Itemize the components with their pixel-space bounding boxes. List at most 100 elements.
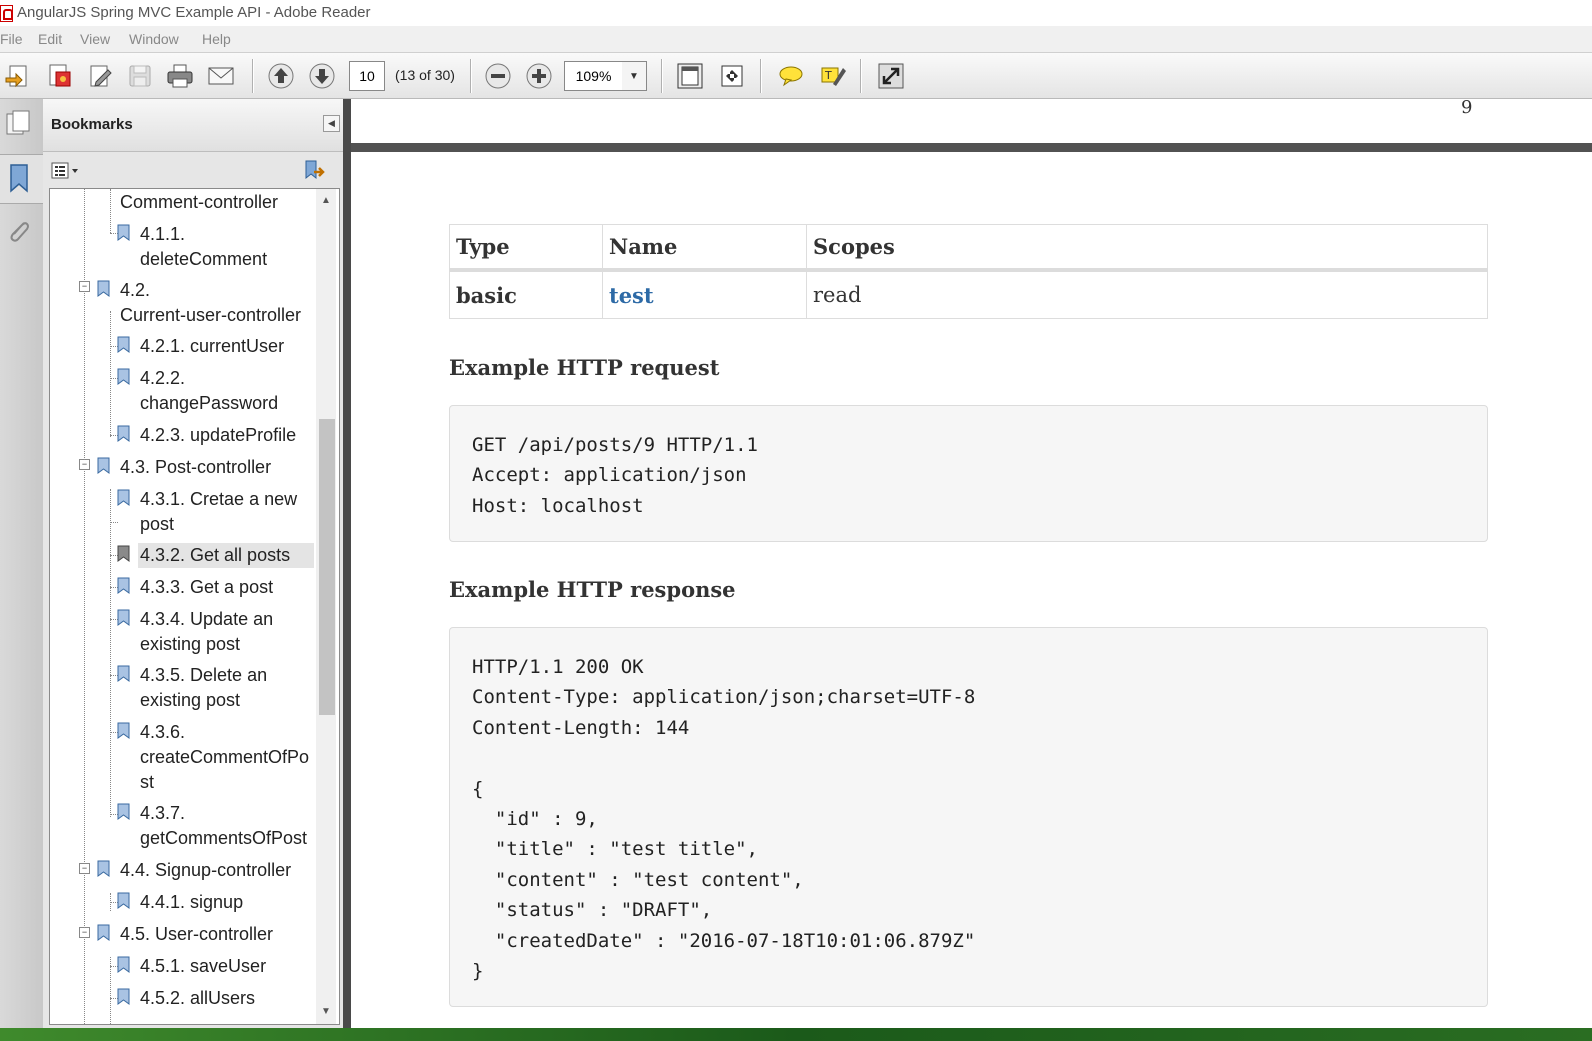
bookmark-comment-controller[interactable]: Comment-controller <box>120 190 278 215</box>
table-cell-name-link[interactable]: test <box>602 269 807 319</box>
bookmark-4-2-1[interactable]: 4.2.1. currentUser <box>140 334 284 359</box>
attachments-button[interactable] <box>4 217 36 249</box>
security-table: Type Name Scopes basic test read <box>449 224 1488 319</box>
previous-page-button[interactable] <box>265 60 297 92</box>
create-pdf-button[interactable] <box>2 60 34 92</box>
bookmark-label: 4.3.4. Update an <box>140 609 274 629</box>
bookmark-4-2-2[interactable]: 4.2.2. changePassword <box>140 366 278 416</box>
zoom-in-button[interactable] <box>523 60 555 92</box>
collapse-toggle[interactable]: − <box>79 281 90 292</box>
bookmark-4-3-6[interactable]: 4.3.6. createCommentOfPo st <box>140 720 309 795</box>
combine-files-icon <box>49 64 71 87</box>
bookmark-icon <box>117 368 130 385</box>
bookmark-4-3-7[interactable]: 4.3.7. getCommentsOfPost <box>140 801 307 851</box>
collapse-toggle[interactable]: − <box>79 927 90 938</box>
bookmark-4-3-2[interactable]: 4.3.2. Get all posts <box>138 543 314 568</box>
collapse-toggle[interactable]: − <box>79 863 90 874</box>
bookmark-label: 4.3.1. Cretae a new <box>140 489 298 509</box>
toolbar: 10 (13 of 30) 109% ▼ T <box>0 53 1592 99</box>
bookmark-4-3[interactable]: 4.3. Post-controller <box>120 455 271 480</box>
zoom-level-input[interactable]: 109% <box>564 61 623 91</box>
bookmark-4-1-1[interactable]: 4.1.1. deleteComment <box>140 222 267 272</box>
menu-file[interactable]: File <box>0 31 23 47</box>
bookmarks-tree: Comment-controller 4.1.1. deleteComment −… <box>49 188 340 1025</box>
bookmark-4-3-5[interactable]: 4.3.5. Delete an existing post <box>140 663 267 713</box>
options-icon <box>51 162 78 179</box>
table-cell-type: basic <box>449 269 603 319</box>
edit-document-icon <box>90 65 112 87</box>
plus-icon <box>526 63 552 89</box>
scroll-up-icon[interactable]: ▲ <box>321 195 331 206</box>
bookmarks-scrollbar[interactable]: ▲ ▼ <box>316 189 336 1024</box>
zoom-dropdown-button[interactable]: ▼ <box>622 61 647 91</box>
bookmark-4-5[interactable]: 4.5. User-controller <box>120 922 273 947</box>
page-count: (13 of 30) <box>395 67 455 83</box>
bookmark-4-2[interactable]: 4.2. Current-user-controller <box>120 278 301 328</box>
bookmarks-title: Bookmarks <box>51 116 133 133</box>
menu-edit[interactable]: Edit <box>38 31 62 47</box>
fit-width-button[interactable] <box>716 60 748 92</box>
table-cell-scopes: read <box>806 269 1488 319</box>
bookmark-label: 4.5.2. allUsers <box>140 988 256 1008</box>
bookmark-icon <box>117 609 130 626</box>
bookmarks-panel-button[interactable] <box>0 154 43 204</box>
bookmark-icon <box>97 457 110 474</box>
bookmark-label: 4.3.2. Get all posts <box>140 545 291 565</box>
bookmark-options-button[interactable] <box>51 160 83 182</box>
current-page: Type Name Scopes basic test read Example… <box>351 152 1592 1028</box>
expand-icon <box>878 63 904 89</box>
chevron-left-icon: ◀ <box>328 118 335 128</box>
print-button[interactable] <box>164 60 196 92</box>
bookmark-label: existing post <box>140 634 241 654</box>
page-thumbnails-button[interactable] <box>4 109 36 141</box>
bookmark-4-4[interactable]: 4.4. Signup-controller <box>120 858 291 883</box>
bookmarks-tools <box>43 152 343 188</box>
bookmark-4-2-3[interactable]: 4.2.3. updateProfile <box>140 423 296 448</box>
taskbar <box>0 1028 1592 1041</box>
collapse-toggle[interactable]: − <box>79 459 90 470</box>
zoom-out-button[interactable] <box>482 60 514 92</box>
create-pdf-icon <box>5 65 27 88</box>
print-icon <box>167 64 193 88</box>
bookmark-icon <box>117 892 130 909</box>
bookmark-icon <box>97 860 110 877</box>
menu-view[interactable]: View <box>80 31 110 47</box>
bookmark-4-3-3[interactable]: 4.3.3. Get a post <box>140 575 273 600</box>
bookmark-4-4-1[interactable]: 4.4.1. signup <box>140 890 243 915</box>
bookmark-4-5-1[interactable]: 4.5.1. saveUser <box>140 954 266 979</box>
arrow-down-icon <box>309 63 335 89</box>
title-bar: AngularJS Spring MVC Example API - Adobe… <box>0 0 1592 26</box>
menu-help[interactable]: Help <box>202 31 231 47</box>
scrollbar-thumb[interactable] <box>319 419 335 715</box>
scroll-down-icon[interactable]: ▼ <box>321 1006 331 1017</box>
bookmark-label: deleteComment <box>140 249 268 269</box>
add-comment-button[interactable] <box>775 60 807 92</box>
menu-window[interactable]: Window <box>129 31 179 47</box>
save-icon <box>129 65 151 87</box>
bookmark-icon <box>97 280 110 297</box>
save-button[interactable] <box>124 60 156 92</box>
bookmark-4-5-2[interactable]: 4.5.2. allUsers <box>140 986 255 1011</box>
paperclip-icon <box>10 222 29 242</box>
fit-page-button[interactable] <box>674 60 706 92</box>
highlight-text-button[interactable]: T <box>817 60 849 92</box>
edit-document-button[interactable] <box>84 60 116 92</box>
expand-bookmark-button[interactable] <box>301 158 327 184</box>
bookmark-icon <box>117 988 130 1005</box>
combine-files-button[interactable] <box>43 60 75 92</box>
full-screen-button[interactable] <box>875 60 907 92</box>
page-number-input[interactable]: 10 <box>349 61 385 91</box>
bookmark-label: Current-user-controller <box>120 305 302 325</box>
response-code-block: HTTP/1.1 200 OK Content-Type: applicatio… <box>449 627 1488 1007</box>
pane-splitter[interactable] <box>343 99 351 1028</box>
bookmark-icon <box>97 924 110 941</box>
collapse-pane-button[interactable]: ◀ <box>323 115 340 132</box>
bookmark-4-3-4[interactable]: 4.3.4. Update an existing post <box>140 607 273 657</box>
fit-page-icon <box>677 63 703 89</box>
bookmark-icon <box>117 224 130 241</box>
response-heading: Example HTTP response <box>449 577 736 602</box>
email-button[interactable] <box>205 60 237 92</box>
bookmark-4-3-1[interactable]: 4.3.1. Cretae a new post <box>140 487 297 537</box>
document-view: 9 Type Name Scopes basic test read Examp… <box>351 99 1592 1028</box>
next-page-button[interactable] <box>306 60 338 92</box>
